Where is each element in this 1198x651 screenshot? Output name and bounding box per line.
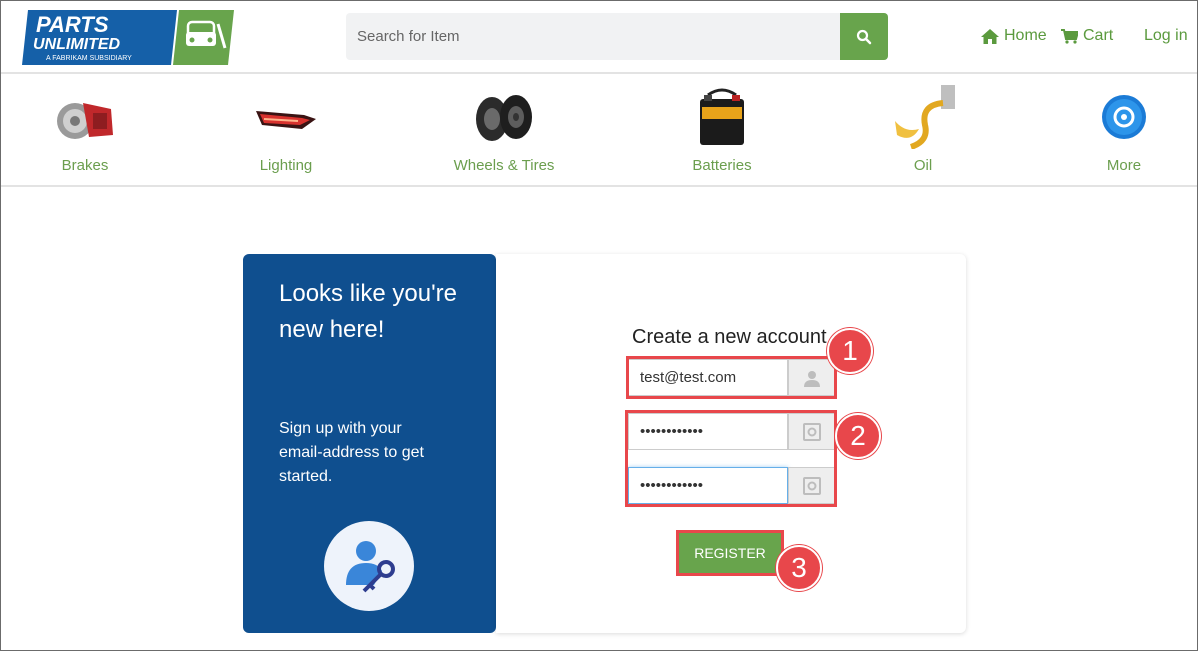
brake-disc-icon <box>57 103 113 139</box>
home-icon <box>981 28 999 44</box>
category-brakes[interactable]: Brakes <box>25 75 145 185</box>
category-label: Lighting <box>259 157 313 174</box>
site-header: PARTS UNLIMITED A FABRIKAM SUBSIDIARY Ho… <box>1 1 1197 74</box>
user-key-icon <box>324 521 414 611</box>
callout-badge-1: 1 <box>827 328 873 374</box>
svg-text:UNLIMITED: UNLIMITED <box>33 36 121 53</box>
callout-highlight-passwords <box>625 410 837 507</box>
tires-icon <box>476 95 532 141</box>
svg-text:PARTS: PARTS <box>36 12 109 37</box>
intro-panel: Looks like you're new here! Sign up with… <box>243 254 496 633</box>
nav-cart-label: Cart <box>1083 27 1114 44</box>
nav-home-label: Home <box>1004 27 1047 44</box>
more-parts-icon <box>1102 95 1146 139</box>
category-label: More <box>1106 157 1142 174</box>
callout-highlight-email <box>626 356 837 399</box>
search-bar <box>346 13 888 60</box>
nav-home-link[interactable]: Home <box>981 27 1047 45</box>
category-batteries[interactable]: Batteries <box>662 75 782 185</box>
category-strip: Brakes Lighting Wheels & Tires Batteries <box>1 75 1197 187</box>
category-wheels-tires[interactable]: Wheels & Tires <box>444 75 564 185</box>
search-input[interactable] <box>346 13 840 60</box>
oil-pour-icon <box>895 85 955 149</box>
form-title: Create a new account <box>632 326 827 348</box>
tail-light-icon <box>256 111 316 129</box>
intro-subtext: Sign up with your email-address to get s… <box>279 420 424 485</box>
category-label: Oil <box>913 157 933 174</box>
category-label: Batteries <box>692 157 752 174</box>
search-button[interactable] <box>840 13 888 60</box>
nav-login-label: Log in <box>1144 27 1188 44</box>
category-lighting[interactable]: Lighting <box>226 75 346 185</box>
intro-heading: Looks like you're new here! <box>279 280 458 343</box>
cart-icon <box>1061 28 1078 44</box>
callout-badge-2: 2 <box>835 413 881 459</box>
nav-cart-link[interactable]: Cart <box>1061 27 1113 45</box>
search-icon <box>856 29 872 44</box>
category-label: Wheels & Tires <box>453 157 555 174</box>
callout-badge-3: 3 <box>776 545 822 591</box>
parts-unlimited-logo[interactable]: PARTS UNLIMITED A FABRIKAM SUBSIDIARY <box>22 10 234 65</box>
nav-login-link[interactable]: Log in <box>1144 27 1188 45</box>
category-more[interactable]: More <box>1064 75 1184 185</box>
callout-highlight-register <box>676 530 784 576</box>
car-battery-icon <box>700 88 744 145</box>
svg-text:A FABRIKAM SUBSIDIARY: A FABRIKAM SUBSIDIARY <box>46 55 132 62</box>
category-label: Brakes <box>61 157 109 174</box>
category-oil[interactable]: Oil <box>863 75 983 185</box>
